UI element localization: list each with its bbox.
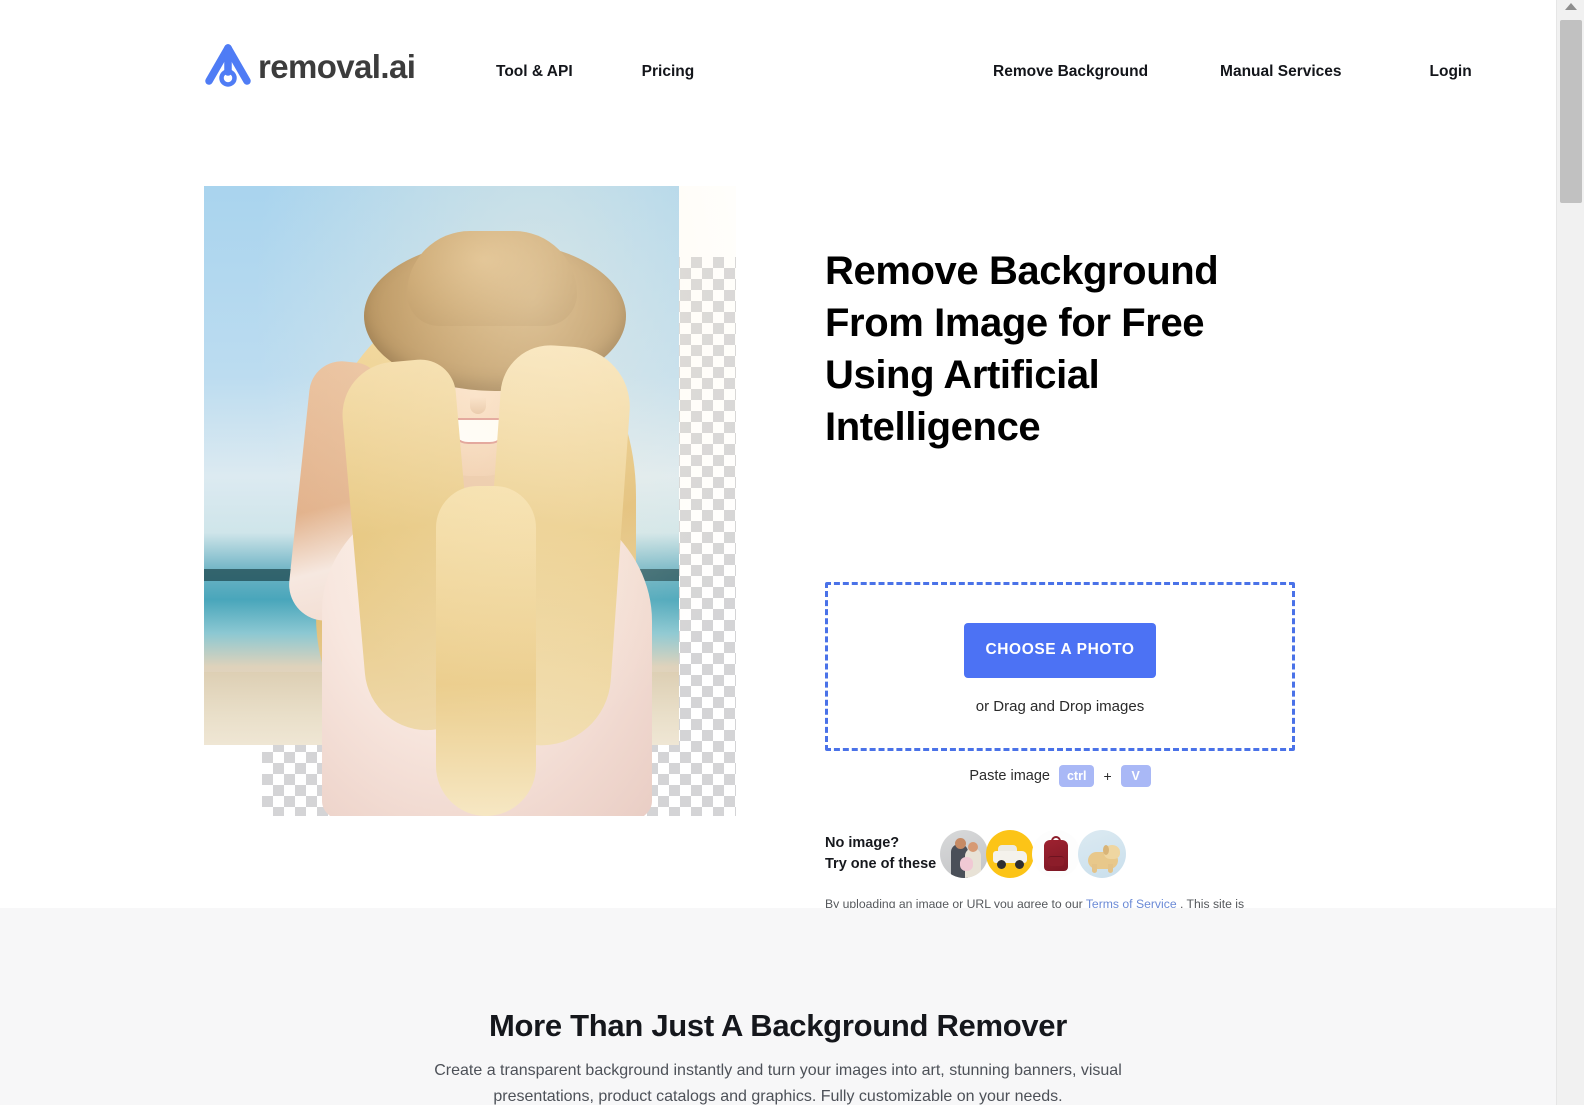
upload-dropzone[interactable]: CHOOSE A PHOTO or Drag and Drop images bbox=[825, 582, 1295, 751]
hero-sample-image bbox=[204, 186, 736, 816]
family-woman-head bbox=[968, 842, 978, 852]
sample-thumb-dog[interactable] bbox=[1078, 830, 1126, 878]
car-wheel-rear bbox=[1015, 860, 1024, 869]
dog-ear bbox=[1103, 845, 1109, 855]
primary-nav-left: Tool & API Pricing bbox=[496, 62, 694, 82]
nav-item-tool-api[interactable]: Tool & API bbox=[496, 62, 573, 82]
sample-thumbnails bbox=[940, 830, 1126, 878]
key-v-badge[interactable]: V bbox=[1120, 765, 1151, 787]
browser-viewport: removal.ai Tool & API Pricing Remove Bac… bbox=[0, 0, 1556, 1105]
more-than-just-section: More Than Just A Background Remover Crea… bbox=[0, 908, 1556, 1105]
sample-images-label: No image? Try one of these bbox=[825, 833, 940, 875]
sample-label-line-1: No image? bbox=[825, 835, 900, 851]
primary-nav-right: Remove Background Manual Services Login bbox=[993, 62, 1472, 82]
sea-horizon bbox=[204, 568, 679, 582]
page-root: removal.ai Tool & API Pricing Remove Bac… bbox=[0, 0, 1584, 1105]
dog-leg-front bbox=[1092, 864, 1097, 873]
paste-image-row: Paste image ctrl + V bbox=[825, 765, 1295, 787]
nav-item-pricing[interactable]: Pricing bbox=[642, 62, 695, 82]
scrollbar-thumb[interactable] bbox=[1560, 20, 1582, 203]
sample-thumb-car[interactable] bbox=[986, 830, 1034, 878]
beach-sand bbox=[204, 672, 679, 745]
sample-thumb-backpack[interactable] bbox=[1032, 830, 1080, 878]
family-man-head bbox=[955, 838, 966, 849]
removal-ai-logo-icon bbox=[205, 44, 251, 87]
sample-thumb-family[interactable] bbox=[940, 830, 988, 878]
brand-name: removal.ai bbox=[258, 47, 416, 85]
hero-photo-background bbox=[204, 186, 679, 745]
hero-section: Remove Background From Image for Free Us… bbox=[0, 145, 1556, 926]
drag-drop-hint: or Drag and Drop images bbox=[975, 697, 1145, 715]
nav-item-manual-services[interactable]: Manual Services bbox=[1220, 62, 1341, 82]
dog-leg-rear bbox=[1108, 864, 1113, 873]
paste-image-label: Paste image bbox=[969, 768, 1050, 784]
sample-images-row: No image? Try one of these bbox=[825, 830, 1126, 878]
page-title: Remove Background From Image for Free Us… bbox=[825, 249, 1219, 449]
vertical-scrollbar[interactable] bbox=[1556, 0, 1584, 1105]
key-separator: + bbox=[1103, 768, 1112, 784]
backpack-pocket bbox=[1048, 856, 1064, 866]
nav-item-remove-background[interactable]: Remove Background bbox=[993, 62, 1148, 82]
brand-logo-link[interactable]: removal.ai bbox=[202, 42, 416, 90]
key-ctrl-badge[interactable]: ctrl bbox=[1058, 765, 1095, 787]
sample-label-line-2: Try one of these bbox=[825, 856, 937, 872]
nav-item-login[interactable]: Login bbox=[1430, 62, 1472, 82]
hero-copy: Remove Background From Image for Free Us… bbox=[825, 245, 1315, 453]
choose-a-photo-button[interactable]: CHOOSE A PHOTO bbox=[964, 622, 1156, 678]
section-description: Create a transparent background instantl… bbox=[434, 1062, 1122, 1105]
scroll-up-icon[interactable] bbox=[1564, 3, 1577, 10]
family-baby bbox=[960, 857, 973, 871]
site-header: removal.ai Tool & API Pricing Remove Bac… bbox=[0, 0, 1556, 145]
car-wheel-front bbox=[997, 860, 1006, 869]
section-title: More Than Just A Background Remover bbox=[488, 1008, 1068, 1043]
